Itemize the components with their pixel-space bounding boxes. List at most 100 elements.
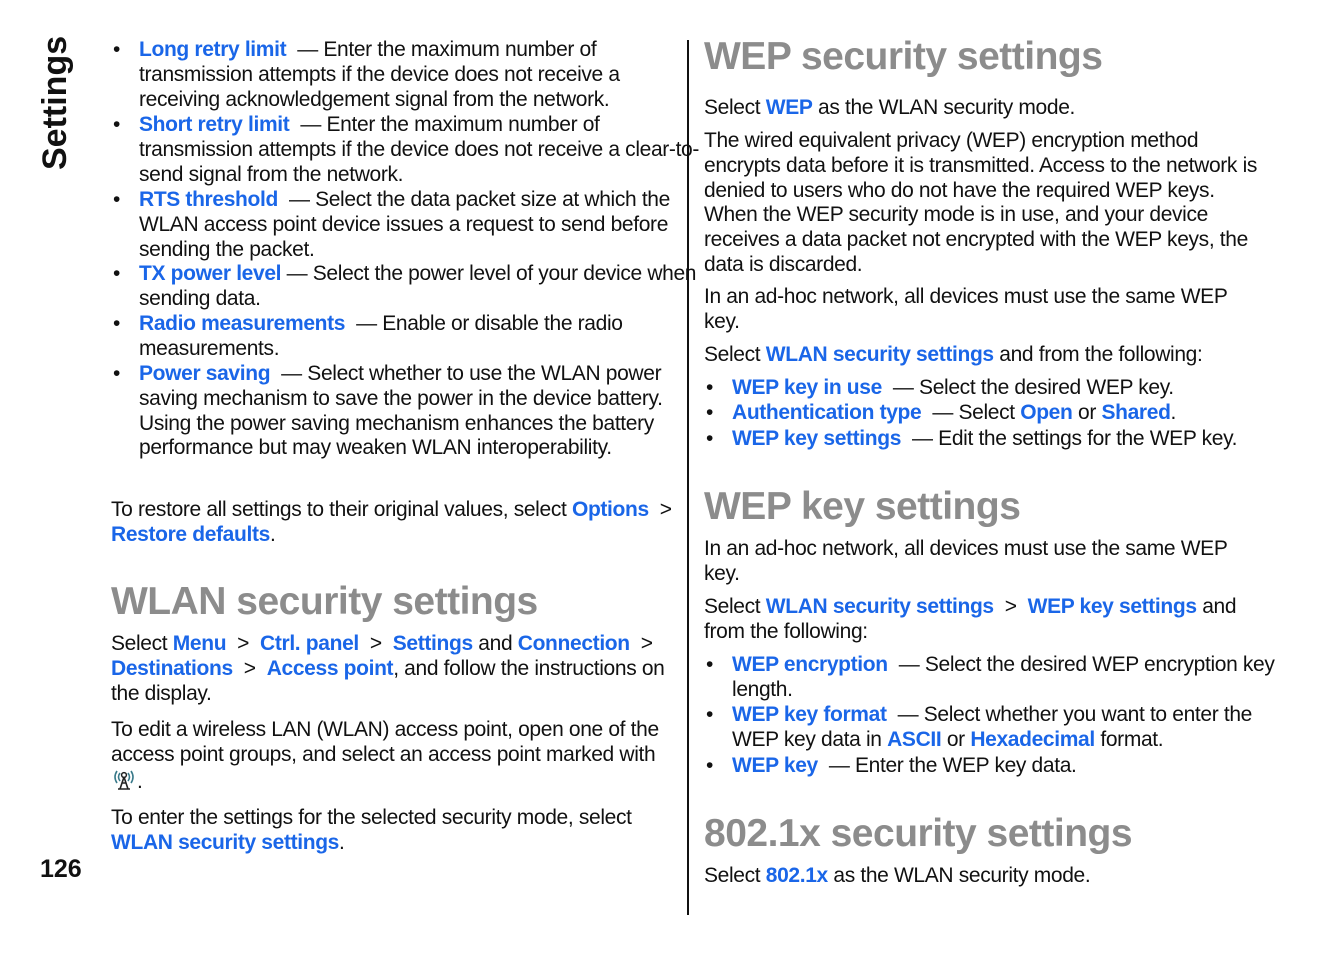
menu-path-link[interactable]: WEP key settings — [732, 427, 901, 450]
menu-path-link[interactable]: WEP key — [732, 754, 818, 777]
body-text: > — [232, 656, 267, 680]
wlan-paragraph-3: To enter the settings for the selected s… — [111, 806, 673, 856]
menu-path-link[interactable]: Options — [572, 498, 649, 521]
wep-paragraph-1: Select WEP as the WLAN security mode. — [704, 96, 1266, 121]
bullet-tx-power-level: • TX power level — Select the power level… — [111, 262, 701, 312]
bullet-wep-key-format: • WEP key format — Select whether you wan… — [704, 703, 1294, 753]
body-text: and from the following: — [993, 343, 1203, 366]
menu-path-link[interactable]: WEP encryption — [732, 653, 888, 676]
bullet-icon: • — [706, 754, 714, 777]
body-text: In an ad-hoc network, all devices must u… — [704, 285, 1233, 333]
body-text: as the WLAN security mode. — [812, 96, 1076, 119]
body-text: — Enter the WEP key data. — [817, 754, 1077, 777]
body-text: . — [339, 830, 345, 854]
body-text: . — [1170, 401, 1177, 424]
bullet-wep-key-settings: • WEP key settings — Edit the settings fo… — [704, 427, 1294, 452]
menu-path-link[interactable]: Short retry limit — [139, 113, 290, 136]
menu-path-link[interactable]: Access point — [267, 657, 394, 680]
wep-paragraph-4: Select WLAN security settings and from t… — [704, 343, 1266, 368]
menu-path-link[interactable]: Radio measurements — [139, 312, 345, 335]
body-text: To edit a wireless LAN (WLAN) access poi… — [111, 718, 665, 766]
heading-wep-security: WEP security settings — [704, 35, 1103, 78]
body-text: > — [226, 632, 261, 655]
heading-8021x-security: 802.1x security settings — [704, 812, 1133, 855]
wlan-paragraph-1: Select Menu > Ctrl. panel > Settings and… — [111, 632, 673, 706]
body-text: > — [629, 632, 664, 655]
body-text: Select — [704, 96, 766, 119]
menu-path-link[interactable]: Long retry limit — [139, 38, 287, 61]
body-text: Select — [704, 595, 766, 618]
body-text: . — [137, 769, 143, 793]
body-text: To enter the settings for the selected s… — [111, 806, 638, 829]
key-paragraph-1: In an ad-hoc network, all devices must u… — [704, 537, 1266, 587]
body-text: or — [941, 727, 971, 751]
menu-path-link[interactable]: WEP key in use — [732, 376, 882, 399]
body-text: Select — [704, 864, 766, 887]
body-text: and — [472, 632, 518, 655]
page-number: 126 — [40, 855, 82, 883]
bullet-icon: • — [706, 401, 714, 424]
body-text: — Edit the settings for the WEP key. — [901, 427, 1238, 450]
body-text: or — [1072, 401, 1102, 424]
menu-path-link[interactable]: WLAN security settings — [111, 831, 339, 854]
menu-path-link[interactable]: WLAN security settings — [766, 343, 994, 366]
body-text: Select — [111, 632, 173, 655]
wlan-antenna-icon — [111, 770, 137, 793]
body-text: format. — [1094, 727, 1164, 751]
bullet-wep-key: • WEP key — Enter the WEP key data. — [704, 754, 1294, 779]
body-text: . — [269, 522, 276, 546]
bullet-icon: • — [113, 113, 121, 136]
bullet-icon: • — [113, 262, 121, 285]
menu-path-link[interactable]: Settings — [393, 632, 473, 655]
body-text: Select — [704, 343, 766, 366]
bullet-icon: • — [113, 312, 121, 335]
body-text: > — [993, 595, 1028, 618]
menu-path-link[interactable]: Open — [1020, 401, 1073, 424]
menu-path-link[interactable]: Connection — [518, 632, 630, 655]
section-label: Settings — [36, 35, 74, 170]
menu-path-link[interactable]: Restore defaults — [111, 523, 270, 546]
bullet-power-saving: • Power saving — Select whether to use th… — [111, 362, 701, 461]
body-text: In an ad-hoc network, all devices must u… — [704, 537, 1233, 585]
8021x-paragraph: Select 802.1x as the WLAN security mode. — [704, 864, 1266, 889]
bullet-icon: • — [706, 703, 714, 726]
menu-path-link[interactable]: Menu — [173, 632, 227, 655]
menu-path-link[interactable]: Ctrl. panel — [260, 632, 359, 655]
bullet-icon: • — [706, 427, 714, 450]
menu-path-link[interactable]: RTS threshold — [139, 188, 278, 211]
menu-path-link[interactable]: ASCII — [887, 728, 942, 751]
body-text: as the WLAN security mode. — [827, 864, 1091, 887]
body-text: > — [358, 632, 393, 655]
wlan-paragraph-2: To edit a wireless LAN (WLAN) access poi… — [111, 718, 673, 794]
bullet-radio-measurements: • Radio measurements — Enable or disable … — [111, 312, 701, 362]
menu-path-link[interactable]: WEP — [766, 96, 813, 119]
bullet-authentication-type: • Authentication type — Select Open or Sh… — [704, 401, 1294, 426]
bullet-short-retry-limit: • Short retry limit — Enter the maximum n… — [111, 113, 701, 187]
body-text: The wired equivalent privacy (WEP) encry… — [704, 129, 1263, 276]
bullet-icon: • — [113, 38, 121, 61]
bullet-icon: • — [113, 188, 121, 211]
menu-path-link[interactable]: 802.1x — [766, 864, 828, 887]
menu-path-link[interactable]: WLAN security settings — [766, 595, 994, 618]
body-text: — Select — [921, 401, 1021, 424]
heading-wep-key-settings: WEP key settings — [704, 485, 1021, 528]
bullet-icon: • — [706, 653, 714, 676]
bullet-icon: • — [113, 362, 121, 385]
wep-paragraph-2: The wired equivalent privacy (WEP) encry… — [704, 129, 1266, 278]
heading-wlan-security: WLAN security settings — [111, 580, 538, 623]
manual-page: Settings 126 • Long retry limit — Enter t… — [0, 0, 1322, 954]
body-text: To restore all settings to their origina… — [111, 498, 572, 521]
restore-paragraph: To restore all settings to their origina… — [111, 498, 673, 548]
menu-path-link[interactable]: Authentication type — [732, 401, 922, 424]
menu-path-link[interactable]: Power saving — [139, 362, 271, 385]
bullet-long-retry-limit: • Long retry limit — Enter the maximum nu… — [111, 38, 701, 112]
menu-path-link[interactable]: Hexadecimal — [970, 728, 1095, 751]
wep-paragraph-3: In an ad-hoc network, all devices must u… — [704, 285, 1266, 335]
menu-path-link[interactable]: WEP key format — [732, 703, 887, 726]
menu-path-link[interactable]: WEP key settings — [1028, 595, 1197, 618]
key-paragraph-2: Select WLAN security settings > WEP key … — [704, 595, 1266, 645]
bullet-wep-key-in-use: • WEP key in use — Select the desired WEP… — [704, 376, 1294, 401]
menu-path-link[interactable]: TX power level — [139, 262, 282, 285]
menu-path-link[interactable]: Shared — [1101, 401, 1170, 424]
menu-path-link[interactable]: Destinations — [111, 657, 233, 680]
